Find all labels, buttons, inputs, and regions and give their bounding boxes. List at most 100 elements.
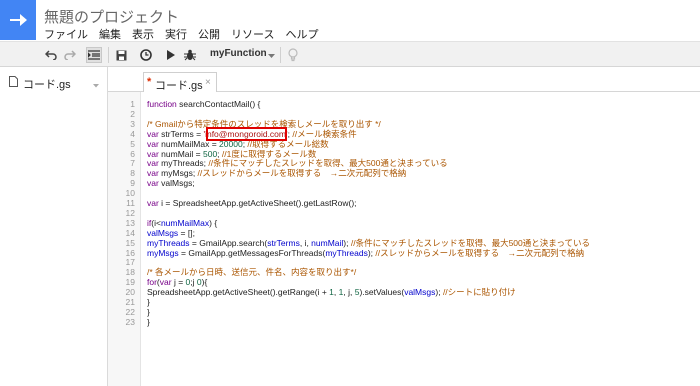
code-token: //スレッドからメールを取得する →二次元配列で格納 (197, 168, 407, 179)
code-token: //条件にマッチしたスレッドを取得、最大500通と決まっている (208, 158, 448, 169)
code-token: numMailMax (160, 217, 210, 228)
code-token: strTerms = (158, 128, 204, 139)
code-token: myMsgs (147, 247, 179, 258)
code-line[interactable]: /* 各メールから日時、送信元、件名、内容を取り出す*/ (147, 267, 356, 277)
code-token: valMsgs (404, 287, 436, 298)
function-select[interactable]: myFunction (210, 48, 267, 59)
line-number: 6 (130, 148, 135, 159)
toolbar-divider (280, 47, 281, 63)
play-icon[interactable] (164, 47, 176, 63)
code-token: j = (171, 277, 186, 288)
code-token: SpreadsheetApp.getActiveSheet().getRange… (147, 287, 330, 298)
code-token: myThreads; (158, 158, 209, 169)
code-token: , i, (299, 237, 312, 248)
code-token: (i< (151, 217, 161, 228)
code-line[interactable]: valMsgs = []; (147, 228, 195, 238)
line-number: 8 (130, 168, 135, 179)
code-token: //スレッドからメールを取得する →二次元配列で格納 (375, 247, 585, 258)
clock-icon[interactable] (139, 47, 153, 63)
app-header: 無題のプロジェクト ファイル 編集 表示 実行 公開 リソース ヘルプ (0, 0, 700, 41)
line-number: 11 (126, 198, 135, 208)
redo-icon[interactable] (63, 47, 77, 63)
menu-view[interactable]: 表示 (132, 26, 154, 41)
document-icon (9, 76, 18, 90)
line-number: 16 (125, 247, 135, 258)
toolbar: myFunction (0, 41, 700, 67)
menu-publish[interactable]: 公開 (198, 26, 220, 41)
line-number: 20 (125, 287, 135, 298)
line-number: 9 (130, 178, 135, 189)
code-line[interactable]: var numMail = 500; //1度に取得するメール数 (147, 149, 316, 159)
code-token: numMail (311, 237, 344, 248)
line-number: 17 (125, 257, 135, 268)
menu-resources[interactable]: リソース (231, 26, 274, 41)
code-line[interactable]: if(i<numMailMax) { (147, 218, 217, 228)
code-line[interactable]: for(var j = 0;j 0){ (147, 277, 207, 287)
code-token: var (147, 138, 159, 149)
code-token: var (147, 168, 159, 179)
code-editor[interactable]: function searchContactMail() {/* Gmailから… (141, 92, 700, 386)
code-token: /* 各メールから日時、送信元、件名、内容を取り出す*/ (147, 267, 357, 278)
indent-icon[interactable] (86, 47, 102, 63)
close-icon[interactable]: × (205, 77, 211, 88)
project-title[interactable]: 無題のプロジェクト (44, 6, 179, 27)
code-line[interactable]: SpreadsheetApp.getActiveSheet().getRange… (147, 287, 516, 297)
line-number: 13 (125, 217, 135, 228)
tab-label: コード.gs (155, 80, 203, 92)
menu-help[interactable]: ヘルプ (285, 26, 318, 41)
file-item[interactable]: コード.gs (0, 73, 107, 91)
code-line[interactable]: myMsgs = GmailApp.getMessagesForThreads(… (147, 248, 584, 258)
undo-icon[interactable] (44, 47, 58, 63)
line-number: 12 (125, 207, 135, 218)
code-token: myThreads (147, 237, 190, 248)
code-line[interactable]: } (147, 307, 150, 317)
code-token: myMsgs; (158, 168, 198, 179)
code-line[interactable]: var myThreads; //条件にマッチしたスレッドを取得、最大500通と… (147, 158, 448, 168)
tab-code-gs[interactable]: * コード.gs × (143, 72, 217, 93)
save-icon[interactable] (114, 47, 128, 63)
line-number: 4 (130, 128, 135, 139)
code-token: ){ (201, 277, 208, 288)
apps-script-logo-icon[interactable] (0, 0, 36, 40)
menu-run[interactable]: 実行 (165, 26, 187, 41)
chevron-down-icon[interactable] (268, 50, 275, 62)
code-token: numMail = (158, 148, 203, 159)
line-number: 19 (125, 277, 135, 288)
code-line[interactable]: var valMsgs; (147, 178, 195, 188)
chevron-down-icon[interactable] (93, 79, 99, 91)
line-number: 5 (130, 138, 135, 149)
line-number: 3 (130, 118, 135, 129)
line-number-gutter: 1 2 3 4 5 6 7 8 9 10 11 12 13 14 15 16 17 18 19 20 21 22 23 (108, 92, 141, 386)
code-token: var (147, 148, 159, 159)
menu-edit[interactable]: 編集 (99, 26, 121, 41)
line-number: 23 (125, 316, 135, 327)
code-token: i = SpreadsheetApp.getActiveSheet().getL… (158, 198, 357, 208)
code-token: var (147, 178, 159, 189)
code-line[interactable]: } (147, 317, 150, 327)
menu-file[interactable]: ファイル (44, 26, 88, 41)
code-line[interactable]: } (147, 297, 150, 307)
code-token: } (147, 316, 150, 327)
code-token: ).setValues( (359, 287, 405, 298)
highlight-annotation (206, 126, 287, 141)
code-token: searchContactMail() { (176, 99, 261, 109)
code-token: var (147, 128, 159, 139)
code-line[interactable]: myThreads = GmailApp.search(strTerms, i,… (147, 238, 590, 248)
bug-icon[interactable] (183, 47, 197, 63)
code-token: 500 (202, 148, 218, 159)
code-token: = GmailApp.getMessagesForThreads( (178, 247, 326, 258)
code-line[interactable]: var myMsgs; //スレッドからメールを取得する →二次元配列で格納 (147, 168, 406, 178)
code-line[interactable]: var i = SpreadsheetApp.getActiveSheet().… (147, 198, 357, 208)
code-token: } (147, 297, 150, 307)
line-number: 18 (125, 267, 135, 278)
code-token: for (147, 277, 157, 288)
code-token: valMsgs; (158, 178, 195, 189)
code-token: ); (343, 237, 351, 248)
lightbulb-icon[interactable] (286, 47, 300, 63)
code-token: } (147, 306, 150, 317)
line-number: 2 (130, 108, 135, 119)
unsaved-marker: * (147, 76, 152, 88)
code-line[interactable]: function searchContactMail() { (147, 99, 260, 109)
code-token: var (147, 198, 159, 208)
editor-tab-strip: * コード.gs × (108, 67, 700, 93)
